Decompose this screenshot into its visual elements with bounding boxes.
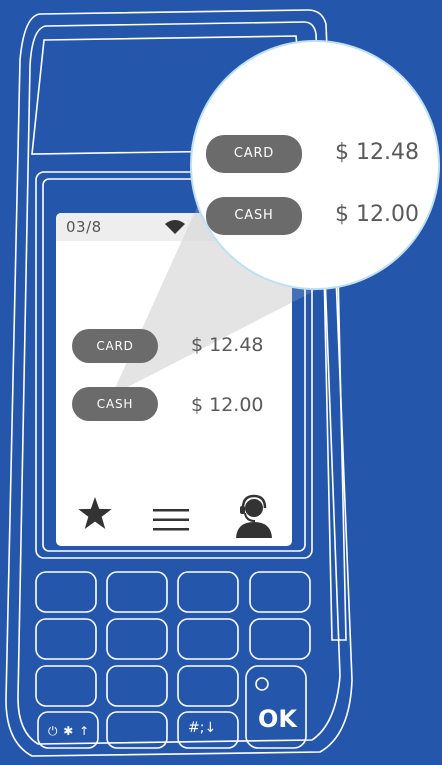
cash-button[interactable]: CASH: [72, 387, 158, 421]
menu-icon[interactable]: [153, 509, 189, 535]
hash-key-label[interactable]: #;↓: [188, 720, 216, 736]
card-amount: $ 12.48: [191, 334, 264, 356]
zoom-card-button: CARD: [206, 135, 302, 173]
zoom-cash-button: CASH: [206, 197, 302, 235]
zoom-callout: CARD $ 12.48 CASH $ 12.00: [190, 40, 440, 290]
card-button[interactable]: CARD: [72, 329, 158, 363]
cash-amount: $ 12.00: [191, 394, 264, 416]
zoom-card-amount: $ 12.48: [335, 140, 419, 165]
function-key-label[interactable]: ⏻ ✱ ↑: [48, 724, 90, 739]
star-icon[interactable]: [78, 497, 112, 533]
zoom-cash-amount: $ 12.00: [335, 202, 419, 227]
ok-key-label[interactable]: OK: [258, 705, 297, 733]
support-agent-icon[interactable]: [234, 494, 274, 542]
